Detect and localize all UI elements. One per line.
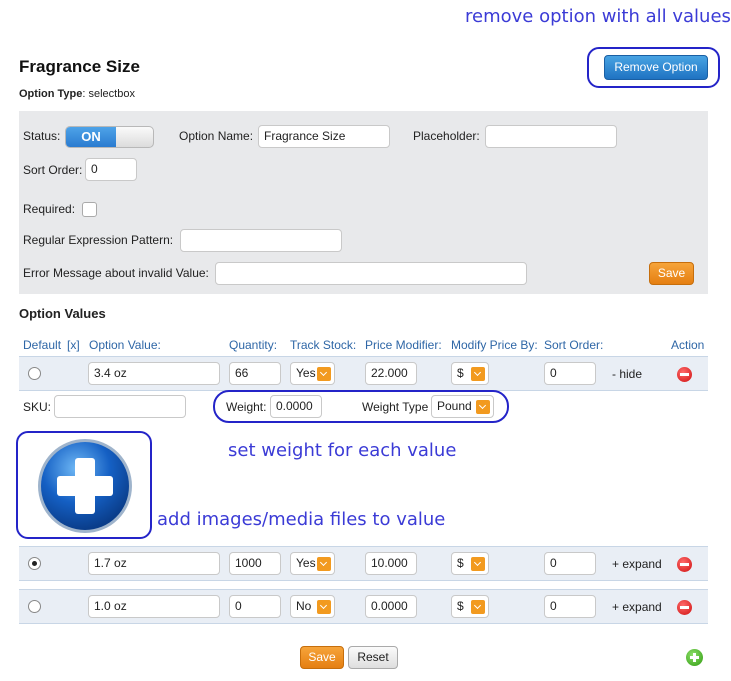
chevron-down-icon [317, 557, 331, 571]
track-stock-select[interactable]: Yes [290, 552, 335, 575]
add-icon[interactable] [686, 649, 703, 666]
regex-label: Regular Expression Pattern: [23, 233, 174, 247]
col-quantity: Quantity: [229, 338, 278, 352]
modify-price-select[interactable]: $ [451, 552, 489, 575]
quantity-input[interactable]: 1000 [229, 552, 281, 575]
save-option-button[interactable]: Save [649, 262, 694, 285]
track-stock-select[interactable]: Yes [290, 362, 335, 385]
col-price-modifier: Price Modifier: [365, 338, 442, 352]
plus-image-icon[interactable] [30, 436, 140, 536]
placeholder-label: Placeholder: [413, 129, 480, 143]
sort-order-input[interactable]: 0 [544, 595, 596, 618]
annotation-add-images: add images/media files to value [157, 509, 446, 530]
modify-price-value: $ [457, 366, 464, 380]
delete-icon[interactable] [677, 367, 692, 382]
col-clear[interactable]: [x] [67, 338, 80, 352]
regex-input[interactable] [180, 229, 342, 252]
required-label: Required: [23, 202, 76, 216]
col-modify-price-by: Modify Price By: [451, 338, 538, 352]
option-value-input[interactable]: 3.4 oz [88, 362, 220, 385]
annotation-remove-option: remove option with all values [465, 6, 731, 27]
sort-order-label: Sort Order: [23, 163, 83, 177]
hide-link[interactable]: - hide [612, 367, 642, 381]
col-action: Action [671, 338, 705, 352]
option-type: Option Type: selectbox [19, 88, 135, 100]
price-modifier-input[interactable]: 22.000 [365, 362, 417, 385]
weight-type-value: Pound [437, 399, 472, 413]
col-track-stock: Track Stock: [290, 338, 357, 352]
status-toggle[interactable]: ON [65, 126, 154, 148]
col-option-value: Option Value: [89, 338, 161, 352]
weight-label: Weight: [226, 400, 267, 414]
error-message-input[interactable] [215, 262, 527, 285]
weight-type-select[interactable]: Pound [431, 395, 494, 418]
placeholder-input[interactable] [485, 125, 617, 148]
quantity-input[interactable]: 66 [229, 362, 281, 385]
sku-input[interactable] [54, 395, 186, 418]
modify-price-value: $ [457, 599, 464, 613]
price-modifier-input[interactable]: 10.000 [365, 552, 417, 575]
col-default: Default [23, 338, 62, 352]
chevron-down-icon [471, 367, 485, 381]
option-name-input[interactable]: Fragrance Size [258, 125, 390, 148]
weight-type-label: Weight Type [362, 400, 429, 414]
chevron-down-icon [471, 600, 485, 614]
chevron-down-icon [476, 400, 490, 414]
error-message-label: Error Message about invalid Value: [23, 266, 209, 280]
status-toggle-on: ON [66, 127, 116, 147]
track-stock-select[interactable]: No [290, 595, 335, 618]
reset-button[interactable]: Reset [348, 646, 398, 669]
option-value-input[interactable]: 1.7 oz [88, 552, 220, 575]
chevron-down-icon [317, 600, 331, 614]
price-modifier-input[interactable]: 0.0000 [365, 595, 417, 618]
default-radio[interactable] [28, 600, 41, 613]
remove-option-button[interactable]: Remove Option [604, 55, 708, 80]
sort-order-input[interactable]: 0 [85, 158, 137, 181]
option-values-title: Option Values [19, 306, 106, 321]
expand-link[interactable]: + expand [612, 600, 662, 614]
delete-icon[interactable] [677, 557, 692, 572]
weight-input[interactable]: 0.0000 [270, 395, 322, 418]
col-sort-order: Sort Order: [544, 338, 604, 352]
expand-link[interactable]: + expand [612, 557, 662, 571]
modify-price-select[interactable]: $ [451, 595, 489, 618]
sort-order-input[interactable]: 0 [544, 362, 596, 385]
page-title: Fragrance Size [19, 57, 140, 76]
sku-label: SKU: [23, 400, 52, 414]
chevron-down-icon [471, 557, 485, 571]
chevron-down-icon [317, 367, 331, 381]
default-radio[interactable] [28, 367, 41, 380]
annotation-set-weight: set weight for each value [228, 440, 457, 461]
required-checkbox[interactable] [82, 202, 97, 217]
option-value-input[interactable]: 1.0 oz [88, 595, 220, 618]
save-values-button[interactable]: Save [300, 646, 344, 669]
modify-price-select[interactable]: $ [451, 362, 489, 385]
option-type-value: : selectbox [82, 88, 135, 100]
option-name-label: Option Name: [179, 129, 254, 143]
track-stock-value: No [296, 599, 312, 613]
track-stock-value: Yes [296, 556, 316, 570]
modify-price-value: $ [457, 556, 464, 570]
track-stock-value: Yes [296, 366, 316, 380]
option-type-label: Option Type [19, 88, 83, 100]
sort-order-input[interactable]: 0 [544, 552, 596, 575]
delete-icon[interactable] [677, 600, 692, 615]
status-label: Status: [23, 129, 61, 143]
quantity-input[interactable]: 0 [229, 595, 281, 618]
default-radio[interactable] [28, 557, 41, 570]
add-icon-v [693, 653, 696, 662]
